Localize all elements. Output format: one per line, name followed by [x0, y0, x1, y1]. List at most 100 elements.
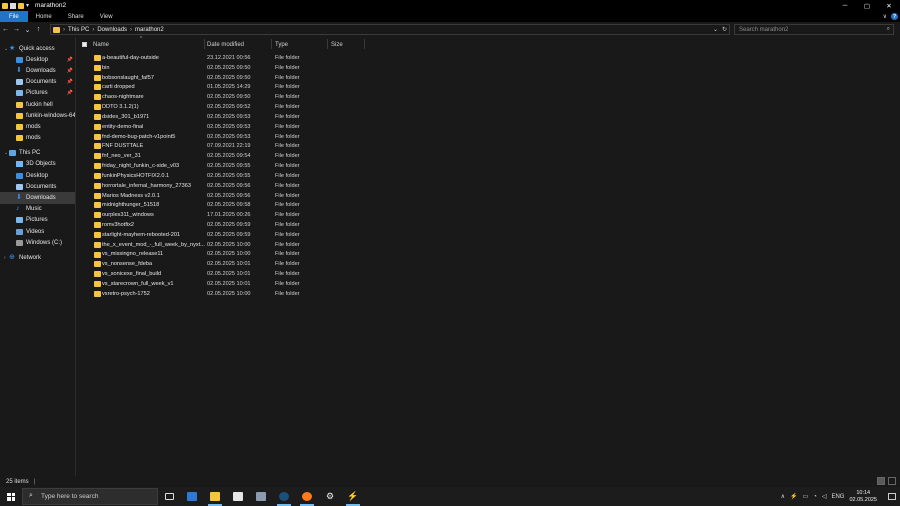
column-header-type[interactable]: Type — [275, 40, 330, 50]
taskbar-firefox[interactable] — [296, 489, 318, 506]
notifications-icon[interactable] — [888, 493, 896, 500]
minimize-button[interactable]: ─ — [834, 0, 856, 11]
taskbar-steam[interactable] — [273, 489, 295, 506]
tab-file[interactable]: File — [0, 11, 28, 22]
table-row[interactable]: vs_missingno_release11 02.05.2025 10:00 Fi… — [77, 250, 900, 260]
close-button[interactable]: ✕ — [878, 0, 900, 11]
start-button[interactable] — [0, 487, 22, 506]
table-row[interactable]: vs_nonsense_fdeba 02.05.2025 10:01 File fo… — [77, 259, 900, 269]
column-header-date[interactable]: Date modified — [207, 40, 273, 50]
taskbar-settings[interactable]: ⚙ — [319, 489, 341, 504]
tab-home[interactable]: Home — [28, 11, 60, 22]
sidebar-item-pc-pictures[interactable]: Pictures — [0, 215, 75, 226]
up-arrow-icon[interactable]: ↑ — [33, 22, 44, 37]
sidebar-item-mods-2[interactable]: mods — [0, 133, 75, 144]
chevron-down-icon[interactable]: ▾ — [26, 3, 29, 9]
address-dropdown-icon[interactable]: ⌄ — [713, 26, 718, 33]
large-icons-view-button[interactable] — [888, 477, 896, 485]
sidebar-item-mods[interactable]: mods — [0, 121, 75, 132]
table-row[interactable]: vs_starecrown_full_week_v1 02.05.2025 10:… — [77, 279, 900, 289]
breadcrumb-marathon2[interactable]: marathon2 — [135, 27, 164, 33]
taskbar-file-explorer[interactable] — [204, 489, 226, 506]
chevron-up-icon[interactable]: ∧ — [781, 493, 785, 500]
back-arrow-icon[interactable]: ← — [0, 22, 11, 37]
sidebar-item-3d-objects[interactable]: 3D Objects — [0, 159, 75, 170]
sidebar-item-funkin-windows[interactable]: funkin-windows-64bit — [0, 110, 75, 121]
details-view-button[interactable] — [877, 477, 885, 485]
sidebar-item-pictures[interactable]: Pictures 📌 — [0, 88, 75, 99]
refresh-icon[interactable]: ↻ — [722, 26, 727, 33]
forward-arrow-icon[interactable]: → — [11, 22, 22, 37]
volume-icon[interactable]: ◁ — [822, 493, 827, 500]
taskbar-game[interactable]: ⚡ — [342, 489, 364, 506]
taskbar-mail[interactable] — [181, 489, 203, 504]
help-icon[interactable]: ? — [891, 13, 898, 20]
sidebar-item-videos[interactable]: Videos — [0, 226, 75, 237]
tray-app-icon[interactable]: ⚡ — [790, 493, 797, 500]
table-row[interactable]: starlight-mayhem-rebooted-201 02.05.2025 … — [77, 230, 900, 240]
clock[interactable]: 10:14 02.05.2025 — [849, 490, 877, 504]
tab-share[interactable]: Share — [60, 11, 92, 22]
table-row[interactable]: FNF DUSTTALE 07.09.2021 22:19 File folder — [77, 141, 900, 151]
sidebar-item-pc-desktop[interactable]: Desktop — [0, 170, 75, 181]
chevron-right-icon[interactable]: › — [63, 27, 65, 33]
breadcrumb-downloads[interactable]: Downloads — [97, 27, 127, 33]
table-row[interactable]: funkinPhysicsHOTFIX2.0.1 02.05.2025 09:55… — [77, 171, 900, 181]
sidebar-item-network[interactable]: › ⊕ Network — [0, 252, 75, 263]
table-row[interactable]: vsretro-psych-1752 02.05.2025 10:00 File f… — [77, 289, 900, 299]
table-row[interactable]: dsides_301_b1971 02.05.2025 09:53 File fol… — [77, 112, 900, 122]
table-row[interactable]: Marios Madness v2.0.1 02.05.2025 09:56 Fil… — [77, 191, 900, 201]
new-folder-icon[interactable] — [18, 2, 24, 9]
table-row[interactable]: friday_night_funkin_c-side_v03 02.05.2025… — [77, 161, 900, 171]
table-row[interactable]: DDTO 3.1.2(1) 02.05.2025 09:52 File folder — [77, 102, 900, 112]
wifi-icon[interactable]: ◔ — [813, 494, 817, 500]
table-row[interactable]: a-beautiful-day-outside 23.12.2021 00:56 F… — [77, 53, 900, 63]
select-all-checkbox[interactable] — [82, 42, 87, 47]
network-tray-icon[interactable]: ▭ — [803, 493, 809, 500]
language-indicator[interactable]: ENG — [831, 494, 844, 500]
taskbar-app[interactable] — [250, 489, 272, 504]
table-row[interactable]: carti dropped 01.05.2025 14:29 File folder — [77, 82, 900, 92]
table-row[interactable]: horrortale_infernal_harmony_27363 02.05.2… — [77, 181, 900, 191]
sidebar-item-quick-access[interactable]: ⌄ ★ Quick access — [0, 43, 75, 54]
search-input[interactable]: Search marathon2 ⌕ — [734, 24, 894, 35]
recent-locations-icon[interactable]: ⌄ — [22, 22, 33, 37]
task-view-button[interactable] — [158, 489, 180, 504]
table-row[interactable]: fnd-demo-bug-patch-v1point5 02.05.2025 09… — [77, 132, 900, 142]
table-row[interactable]: fnf_neo_ver_31 02.05.2025 09:54 File folde… — [77, 151, 900, 161]
sidebar-item-pc-documents[interactable]: Documents — [0, 181, 75, 192]
sidebar-item-label: mods — [26, 135, 41, 142]
breadcrumb-this-pc[interactable]: This PC — [68, 27, 89, 33]
sidebar-item-pc-downloads[interactable]: ⬇ Downloads — [0, 192, 75, 204]
maximize-button[interactable]: ▢ — [856, 0, 878, 11]
expand-ribbon-icon[interactable]: ∨ — [883, 13, 887, 20]
folder-icon[interactable] — [2, 2, 8, 9]
address-bar[interactable]: › This PC › Downloads › marathon2 ⌄ ↻ — [50, 24, 730, 35]
sidebar-item-windows-c[interactable]: Windows (C:) — [0, 237, 75, 248]
sidebar-item-music[interactable]: ♪ Music — [0, 204, 75, 215]
taskbar-store[interactable] — [227, 489, 249, 504]
sidebar-item-this-pc[interactable]: ⌄ This PC — [0, 148, 75, 159]
sidebar-item-desktop[interactable]: Desktop 📌 — [0, 54, 75, 65]
table-row[interactable]: entity-demo-final 02.05.2025 09:53 File fo… — [77, 122, 900, 132]
sidebar-item-documents[interactable]: Documents 📌 — [0, 77, 75, 88]
table-row[interactable]: midnighthunger_51518 02.05.2025 09:58 File… — [77, 200, 900, 210]
column-header-name[interactable]: Name — [93, 40, 203, 50]
table-row[interactable]: bobsonslaught_faf57 02.05.2025 09:50 File … — [77, 73, 900, 83]
chevron-right-icon[interactable]: › — [92, 27, 94, 33]
taskbar-search-input[interactable]: ⌕ Type here to search — [22, 488, 158, 505]
table-row[interactable]: romv3hotfix2 02.05.2025 09:59 File folder — [77, 220, 900, 230]
table-row[interactable]: bin 02.05.2025 09:50 File folder — [77, 63, 900, 73]
table-row[interactable]: chaos-nightmare 02.05.2025 09:50 File fold… — [77, 92, 900, 102]
sidebar-item-fuckin-hell[interactable]: fuckin hell — [0, 99, 75, 110]
file-date: 02.05.2025 10:01 — [207, 271, 251, 278]
column-header-size[interactable]: Size — [331, 40, 361, 50]
table-row[interactable]: ourples311_windows 17.01.2025 00:26 File f… — [77, 210, 900, 220]
table-row[interactable]: the_x_event_mod_-_full_week_by_nyxt... 02… — [77, 240, 900, 250]
file-name: bin — [102, 64, 110, 71]
sidebar-item-downloads[interactable]: ⬇ Downloads 📌 — [0, 65, 75, 76]
tab-view[interactable]: View — [92, 11, 121, 22]
table-row[interactable]: vs_sonicexe_final_build 02.05.2025 10:01 F… — [77, 269, 900, 279]
properties-icon[interactable] — [10, 2, 16, 9]
chevron-right-icon[interactable]: › — [130, 27, 132, 33]
